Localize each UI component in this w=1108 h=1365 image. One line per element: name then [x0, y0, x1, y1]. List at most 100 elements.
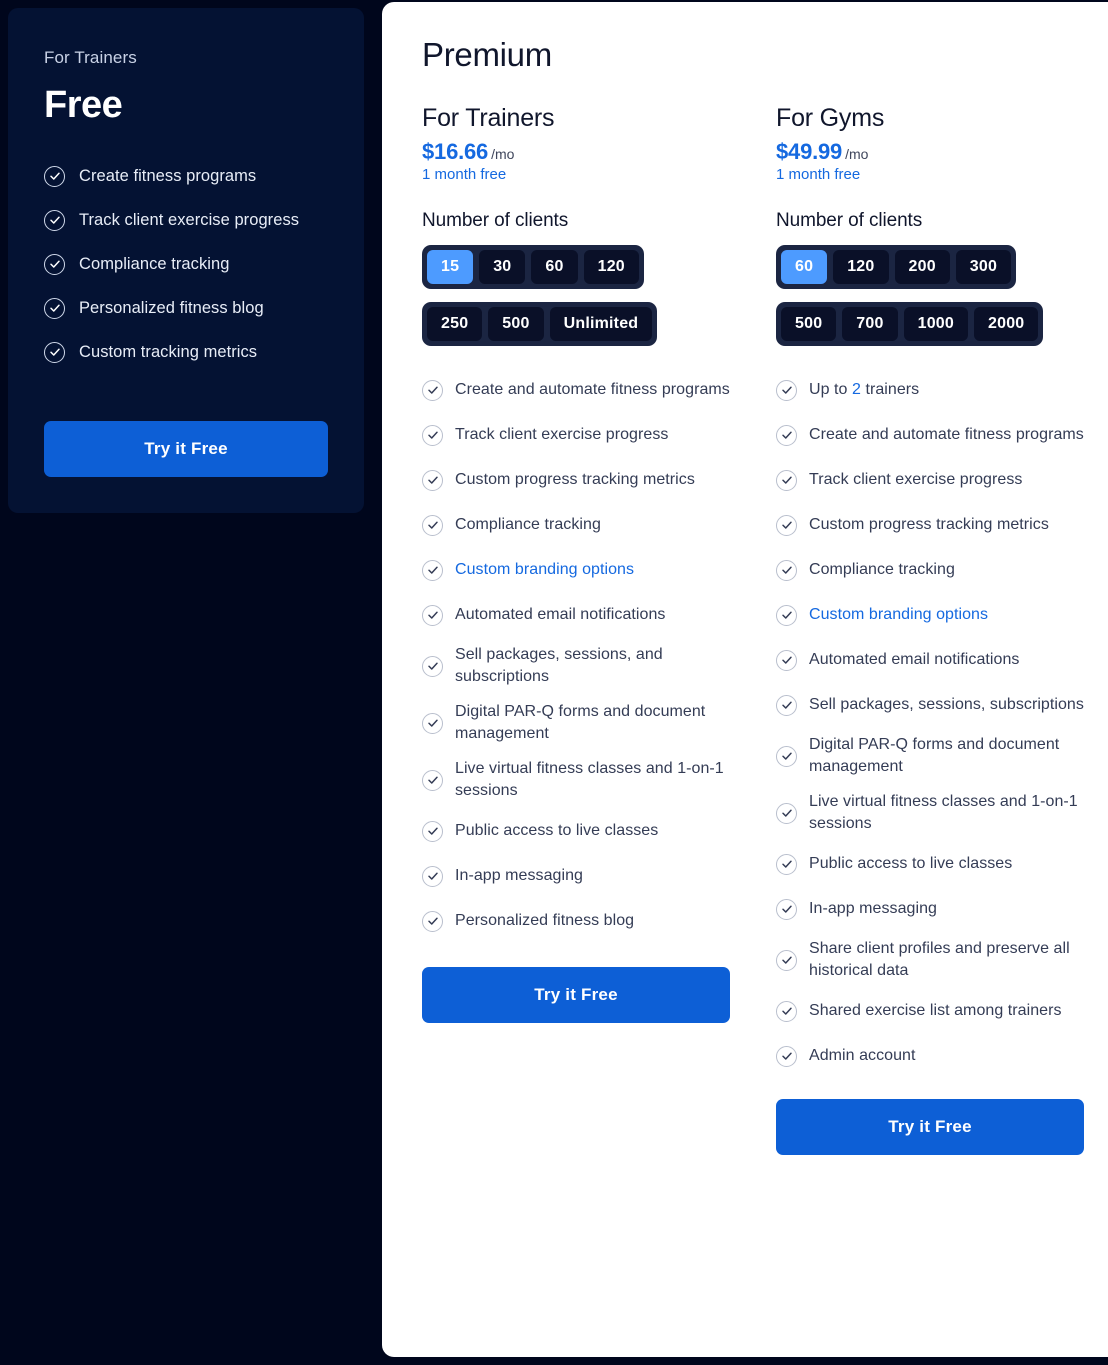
check-circle-icon — [776, 514, 797, 536]
check-circle-icon — [422, 820, 443, 842]
client-option-60-trainers[interactable]: 60 — [531, 250, 578, 284]
price-amount-gyms: $49.99 — [776, 139, 843, 164]
feature-list-trainers: Create and automate fitness programs Trac… — [422, 374, 732, 937]
price-amount-trainers: $16.66 — [422, 139, 489, 164]
try-it-free-button-trainers[interactable]: Try it Free — [422, 967, 730, 1024]
check-circle-icon — [776, 1045, 797, 1067]
feature-item: Public access to live classes — [422, 815, 732, 847]
feature-label: In-app messaging — [809, 900, 937, 918]
feature-item: Public access to live classes — [776, 848, 1086, 880]
premium-columns: For Trainers $16.66/mo 1 month free Number … — [422, 104, 1108, 1156]
free-feature-label: Compliance tracking — [79, 254, 230, 273]
price-row-trainers: $16.66/mo — [422, 139, 732, 165]
check-circle-icon — [44, 165, 65, 187]
free-plan-eyebrow: For Trainers — [44, 48, 137, 67]
feature-label: Custom progress tracking metrics — [809, 515, 1049, 533]
client-option-200-gyms[interactable]: 200 — [894, 250, 950, 284]
feature-item: Compliance tracking — [776, 554, 1086, 586]
feature-item: Share client profiles and preserve all h… — [776, 938, 1086, 982]
clients-label-gyms: Number of clients — [776, 210, 923, 231]
check-circle-icon — [422, 769, 443, 791]
feature-label: Create and automate fitness programs — [455, 380, 730, 398]
feature-item: Digital PAR-Q forms and document managem… — [422, 701, 732, 745]
client-option-500-gyms[interactable]: 500 — [781, 307, 837, 341]
client-option-500-trainers[interactable]: 500 — [488, 307, 544, 341]
check-circle-icon — [776, 853, 797, 875]
feature-label: Public access to live classes — [809, 855, 1013, 873]
check-circle-icon — [776, 604, 797, 626]
feature-item: In-app messaging — [776, 893, 1086, 925]
feature-item: Digital PAR-Q forms and document managem… — [776, 734, 1086, 778]
free-feature-label: Custom tracking metrics — [79, 342, 258, 361]
check-circle-icon — [776, 802, 797, 824]
free-plan-try-it-free-button[interactable]: Try it Free — [44, 421, 328, 477]
feature-item: Personalized fitness blog — [422, 905, 732, 937]
free-feature-label: Personalized fitness blog — [79, 298, 264, 317]
feature-item: Sell packages, sessions, and subscriptio… — [422, 644, 732, 688]
check-circle-icon — [776, 745, 797, 767]
premium-column-trainers: For Trainers $16.66/mo 1 month free Number … — [422, 104, 732, 1155]
feature-item: Track client exercise progress — [776, 464, 1086, 496]
check-circle-icon — [422, 865, 443, 887]
feature-item: Create and automate fitness programs — [422, 374, 732, 406]
promo-text-gyms: 1 month free — [776, 166, 861, 183]
feature-label: Public access to live classes — [455, 822, 659, 840]
feature-item: Live virtual fitness classes and 1-on-1 … — [776, 791, 1086, 835]
price-row-gyms: $49.99/mo — [776, 139, 1086, 165]
check-circle-icon — [776, 694, 797, 716]
check-circle-icon — [776, 379, 797, 401]
feature-item: Create and automate fitness programs — [776, 419, 1086, 451]
free-feature-label: Create fitness programs — [79, 166, 257, 185]
client-option-300-gyms[interactable]: 300 — [955, 250, 1012, 284]
client-option-15-trainers[interactable]: 15 — [427, 250, 474, 284]
feature-item: Compliance tracking — [422, 509, 732, 541]
feature-item: Track client exercise progress — [422, 419, 732, 451]
clients-label-trainers: Number of clients — [422, 210, 569, 231]
premium-plan-card: Premium For Trainers $16.66/mo 1 month fre… — [382, 2, 1108, 1357]
feature-item: Live virtual fitness classes and 1-on-1 … — [422, 758, 732, 802]
client-option-120-trainers[interactable]: 120 — [583, 250, 639, 284]
client-option-1000-gyms[interactable]: 1000 — [903, 307, 968, 341]
free-feature-item: Personalized fitness blog — [44, 293, 328, 323]
client-option-Unlimited-trainers[interactable]: Unlimited — [549, 307, 653, 341]
check-circle-icon — [422, 712, 443, 734]
check-circle-icon — [776, 898, 797, 920]
client-option-2000-gyms[interactable]: 2000 — [974, 307, 1039, 341]
client-option-60-gyms[interactable]: 60 — [781, 250, 828, 284]
feature-label: Track client exercise progress — [809, 470, 1023, 488]
feature-label: Shared exercise list among trainers — [809, 1002, 1062, 1020]
feature-label: Admin account — [809, 1047, 916, 1065]
check-circle-icon — [44, 297, 65, 319]
client-selector-row-2-gyms: 500 700 1000 2000 — [776, 302, 1044, 346]
feature-item: Custom progress tracking metrics — [422, 464, 732, 496]
price-period-trainers: /mo — [491, 146, 515, 162]
feature-label: Create and automate fitness programs — [809, 425, 1084, 443]
promo-text-trainers: 1 month free — [422, 166, 507, 183]
feature-label: Live virtual fitness classes and 1-on-1 … — [455, 760, 724, 800]
feature-label: Custom branding options — [809, 605, 989, 623]
feature-label: Custom progress tracking metrics — [455, 470, 695, 488]
free-plan-feature-list: Create fitness programs Track client exer… — [44, 161, 328, 367]
check-circle-icon — [776, 424, 797, 446]
client-option-120-gyms[interactable]: 120 — [833, 250, 889, 284]
feature-label: Automated email notifications — [455, 605, 666, 623]
free-plan-title: Free — [44, 84, 123, 126]
premium-title: Premium — [422, 36, 552, 73]
client-option-30-trainers[interactable]: 30 — [479, 250, 526, 284]
feature-label: Live virtual fitness classes and 1-on-1 … — [809, 793, 1078, 833]
check-circle-icon — [44, 341, 65, 363]
check-circle-icon — [422, 910, 443, 932]
free-feature-item: Track client exercise progress — [44, 205, 328, 235]
client-option-700-gyms[interactable]: 700 — [842, 307, 898, 341]
feature-item: Custom branding options — [776, 599, 1086, 631]
free-plan-card: For Trainers Free Create fitness program… — [8, 8, 364, 513]
feature-item: Automated email notifications — [422, 599, 732, 631]
check-circle-icon — [422, 424, 443, 446]
try-it-free-button-gyms[interactable]: Try it Free — [776, 1099, 1084, 1156]
feature-label: Compliance tracking — [455, 515, 601, 533]
feature-label: Digital PAR-Q forms and document managem… — [809, 736, 1060, 776]
premium-column-gyms: For Gyms $49.99/mo 1 month free Number of c… — [776, 104, 1086, 1156]
column-title-trainers: For Trainers — [422, 104, 555, 132]
client-option-250-trainers[interactable]: 250 — [427, 307, 483, 341]
feature-item: Custom progress tracking metrics — [776, 509, 1086, 541]
